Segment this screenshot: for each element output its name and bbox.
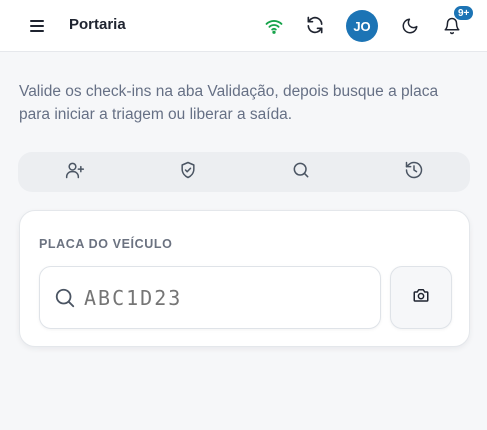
sync-icon[interactable]	[303, 13, 327, 37]
menu-icon[interactable]	[28, 17, 46, 35]
moon-icon[interactable]	[398, 14, 422, 38]
page-title: Portaria	[69, 16, 126, 33]
plate-label: PLACA DO VEÍCULO	[39, 237, 173, 251]
camera-icon	[412, 286, 430, 309]
intro-text: Valide os check-ins na aba Validação, de…	[19, 83, 439, 123]
notification-badge: 9+	[453, 5, 475, 21]
tab-validation[interactable]	[131, 152, 244, 192]
camera-button[interactable]	[390, 266, 452, 329]
plate-field[interactable]	[39, 266, 381, 329]
top-bar: Portaria JO 9+	[0, 0, 487, 52]
search-icon	[291, 160, 311, 185]
plate-input[interactable]	[84, 281, 364, 315]
tab-history[interactable]	[357, 152, 470, 192]
history-icon	[404, 160, 424, 185]
user-plus-icon	[65, 160, 85, 185]
avatar[interactable]: JO	[346, 10, 378, 42]
shield-check-icon	[178, 160, 198, 185]
search-icon	[54, 287, 76, 309]
wifi-icon	[262, 14, 286, 38]
tab-bar	[18, 152, 470, 192]
plate-card: PLACA DO VEÍCULO	[19, 210, 470, 347]
tab-checkin[interactable]	[18, 152, 131, 192]
tab-search[interactable]	[244, 152, 357, 192]
